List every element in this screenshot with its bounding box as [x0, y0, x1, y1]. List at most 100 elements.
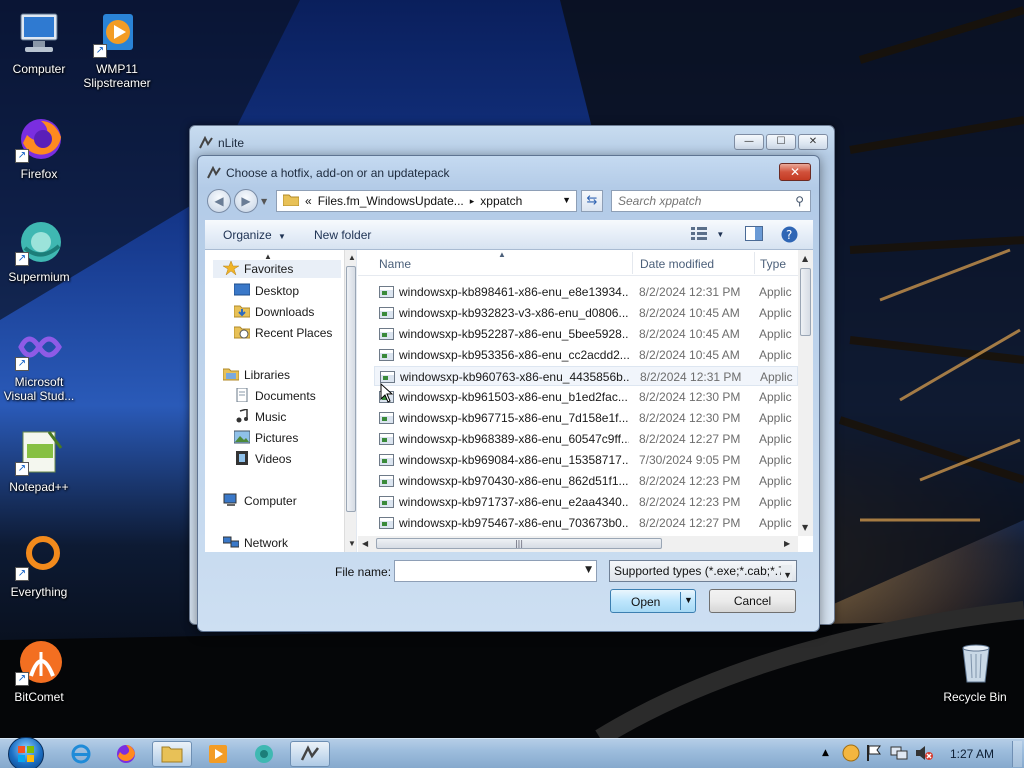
nav-music[interactable]: Music [234, 408, 286, 426]
maximize-button[interactable]: ☐ [766, 134, 796, 150]
nav-favorites[interactable]: Favorites [213, 260, 341, 278]
show-hidden-icons-chevron[interactable]: ▲ [822, 748, 829, 758]
cancel-button[interactable]: Cancel [709, 589, 796, 613]
navigation-pane-scrollbar[interactable]: ▲ ▼ [344, 250, 356, 552]
column-divider[interactable] [632, 252, 633, 274]
column-divider[interactable] [754, 252, 755, 274]
address-dropdown-icon[interactable]: ▼ [562, 195, 571, 205]
file-row[interactable]: windowsxp-kb898461-x86-enu_e8e13934... 8… [374, 282, 798, 302]
chevron-down-icon[interactable]: ▼ [585, 565, 592, 575]
breadcrumb-overflow[interactable]: « [305, 194, 312, 208]
scroll-up-arrow-icon[interactable]: ▲ [802, 254, 808, 263]
nav-documents[interactable]: Documents [234, 387, 316, 405]
desktop-icon-everything[interactable]: ↗ Everything [0, 533, 78, 599]
internet-explorer-icon [71, 744, 91, 764]
back-button[interactable]: ◀ [207, 189, 231, 213]
breadcrumb-separator-icon[interactable]: ▸ [470, 196, 475, 207]
preview-pane-button[interactable] [745, 226, 763, 244]
column-header-name[interactable]: Name [379, 257, 411, 271]
file-type-select[interactable]: Supported types (*.exe;*.cab;*.7 ▼ [609, 560, 797, 582]
column-header-date-modified[interactable]: Date modified [640, 257, 714, 271]
open-button[interactable]: Open ▼ [610, 589, 696, 613]
view-options-button[interactable]: ▼ [691, 226, 724, 243]
downloads-folder-icon [233, 304, 251, 318]
taskbar-internet-explorer[interactable] [61, 741, 101, 767]
open-options-dropdown-icon[interactable]: ▼ [684, 595, 693, 605]
scroll-left-arrow-icon[interactable]: ◀ [362, 539, 368, 548]
column-header-type[interactable]: Type [760, 257, 786, 271]
breadcrumb-segment-current[interactable]: xppatch [480, 194, 522, 208]
file-row[interactable]: windowsxp-kb952287-x86-enu_5bee5928... 8… [374, 324, 798, 344]
nav-videos[interactable]: Videos [234, 450, 291, 468]
forward-button[interactable]: ▶ [234, 189, 258, 213]
file-row[interactable]: windowsxp-kb932823-v3-x86-enu_d0806... 8… [374, 303, 798, 323]
scroll-thumb[interactable]: ||| [376, 538, 662, 549]
scroll-down-arrow-icon[interactable]: ▼ [802, 523, 808, 532]
file-row[interactable]: windowsxp-kb969084-x86-enu_15358717... 7… [374, 450, 798, 470]
desktop-icon-bitcomet[interactable]: ↗ BitComet [0, 638, 78, 704]
file-row[interactable]: windowsxp-kb971737-x86-enu_e2aa4340... 8… [374, 492, 798, 512]
show-desktop-button[interactable] [1012, 741, 1022, 767]
file-row[interactable]: windowsxp-kb975467-x86-enu_703673b0... 8… [374, 513, 798, 533]
file-name-combobox[interactable]: ▼ [394, 560, 597, 582]
new-folder-button[interactable]: New folder [314, 228, 371, 242]
media-player-icon: ↗ [93, 10, 141, 58]
desktop-icon-supermium[interactable]: ↗ Supermium [0, 218, 78, 284]
taskbar-nlite[interactable] [290, 741, 330, 767]
organize-button[interactable]: Organize ▼ [223, 228, 286, 242]
nav-pictures[interactable]: Pictures [233, 429, 298, 447]
nav-desktop[interactable]: Desktop [233, 282, 300, 300]
scroll-down-arrow-icon[interactable]: ▼ [348, 539, 356, 548]
scroll-thumb[interactable] [346, 266, 356, 512]
recent-locations-chevron-icon[interactable]: ▼ [261, 197, 267, 206]
file-name: windowsxp-kb932823-v3-x86-enu_d0806... [399, 306, 629, 320]
desktop-icon-recycle-bin[interactable]: Recycle Bin [936, 638, 1014, 704]
videos-icon [234, 451, 250, 465]
network-status-icon[interactable] [890, 744, 908, 765]
file-list-vertical-scrollbar[interactable]: ▲ ▼ [798, 250, 813, 536]
taskbar-media-player[interactable] [198, 741, 238, 767]
breadcrumb-segment-parent[interactable]: Files.fm_WindowsUpdate... [318, 194, 464, 208]
file-row[interactable]: windowsxp-kb970430-x86-enu_862d51f1... 8… [374, 471, 798, 491]
refresh-button[interactable]: ⇆ [581, 190, 603, 212]
search-input[interactable] [612, 191, 784, 211]
scroll-right-arrow-icon[interactable]: ▶ [784, 539, 790, 548]
file-row[interactable]: windowsxp-kb968389-x86-enu_60547c9ff... … [374, 429, 798, 449]
nav-libraries[interactable]: Libraries [222, 366, 290, 384]
taskbar-windows-explorer[interactable] [152, 741, 192, 767]
scroll-up-arrow-icon[interactable]: ▲ [348, 253, 356, 262]
file-list-horizontal-scrollbar[interactable]: ◀ ||| ▶ [358, 536, 798, 552]
desktop-icon-computer[interactable]: Computer [0, 10, 78, 76]
desktop-icon-firefox[interactable]: ↗ Firefox [0, 115, 78, 181]
address-bar[interactable]: « Files.fm_WindowsUpdate... ▸ xppatch ▼ [276, 190, 577, 212]
nav-network[interactable]: Network [222, 534, 288, 552]
search-icon[interactable]: ⚲ [795, 194, 804, 208]
desktop-icon-notepadpp[interactable]: ↗ Notepad++ [0, 428, 78, 494]
desktop-icon-wmp11-slipstreamer[interactable]: ↗ WMP11 Slipstreamer [78, 10, 156, 90]
nav-desktop-label: Desktop [255, 284, 300, 298]
desktop-icon-label: Firefox [20, 167, 58, 181]
nav-downloads[interactable]: Downloads [233, 303, 314, 321]
help-button[interactable]: ? [781, 226, 798, 246]
desktop-icon-visual-studio[interactable]: ↗ Microsoft Visual Stud... [0, 323, 78, 403]
minimize-button[interactable]: — [734, 134, 764, 150]
tray-security-icon[interactable] [842, 744, 860, 765]
file-row[interactable]: windowsxp-kb961503-x86-enu_b1ed2fac... 8… [374, 387, 798, 407]
chevron-down-icon[interactable]: ▼ [781, 565, 792, 581]
file-name-input[interactable] [395, 561, 575, 581]
action-center-flag-icon[interactable] [866, 744, 882, 765]
nav-recent-places[interactable]: Recent Places [233, 324, 332, 342]
volume-muted-icon[interactable] [914, 744, 934, 765]
start-button[interactable] [8, 737, 44, 768]
file-row-hovered[interactable]: windowsxp-kb960763-x86-enu_4435856b... 8… [374, 366, 798, 386]
taskbar-firefox[interactable] [106, 741, 146, 767]
file-row[interactable]: windowsxp-kb953356-x86-enu_cc2acdd2... 8… [374, 345, 798, 365]
close-button[interactable]: ✕ [798, 134, 828, 150]
taskbar-supermium[interactable] [244, 741, 284, 767]
file-row[interactable]: windowsxp-kb967715-x86-enu_7d158e1f... 8… [374, 408, 798, 428]
search-box[interactable]: ⚲ [611, 190, 811, 212]
scroll-thumb[interactable] [800, 268, 811, 336]
nav-computer[interactable]: Computer [223, 492, 297, 510]
dialog-close-button[interactable]: ✕ [779, 163, 811, 181]
taskbar-clock[interactable]: 1:27 AM [950, 747, 994, 761]
